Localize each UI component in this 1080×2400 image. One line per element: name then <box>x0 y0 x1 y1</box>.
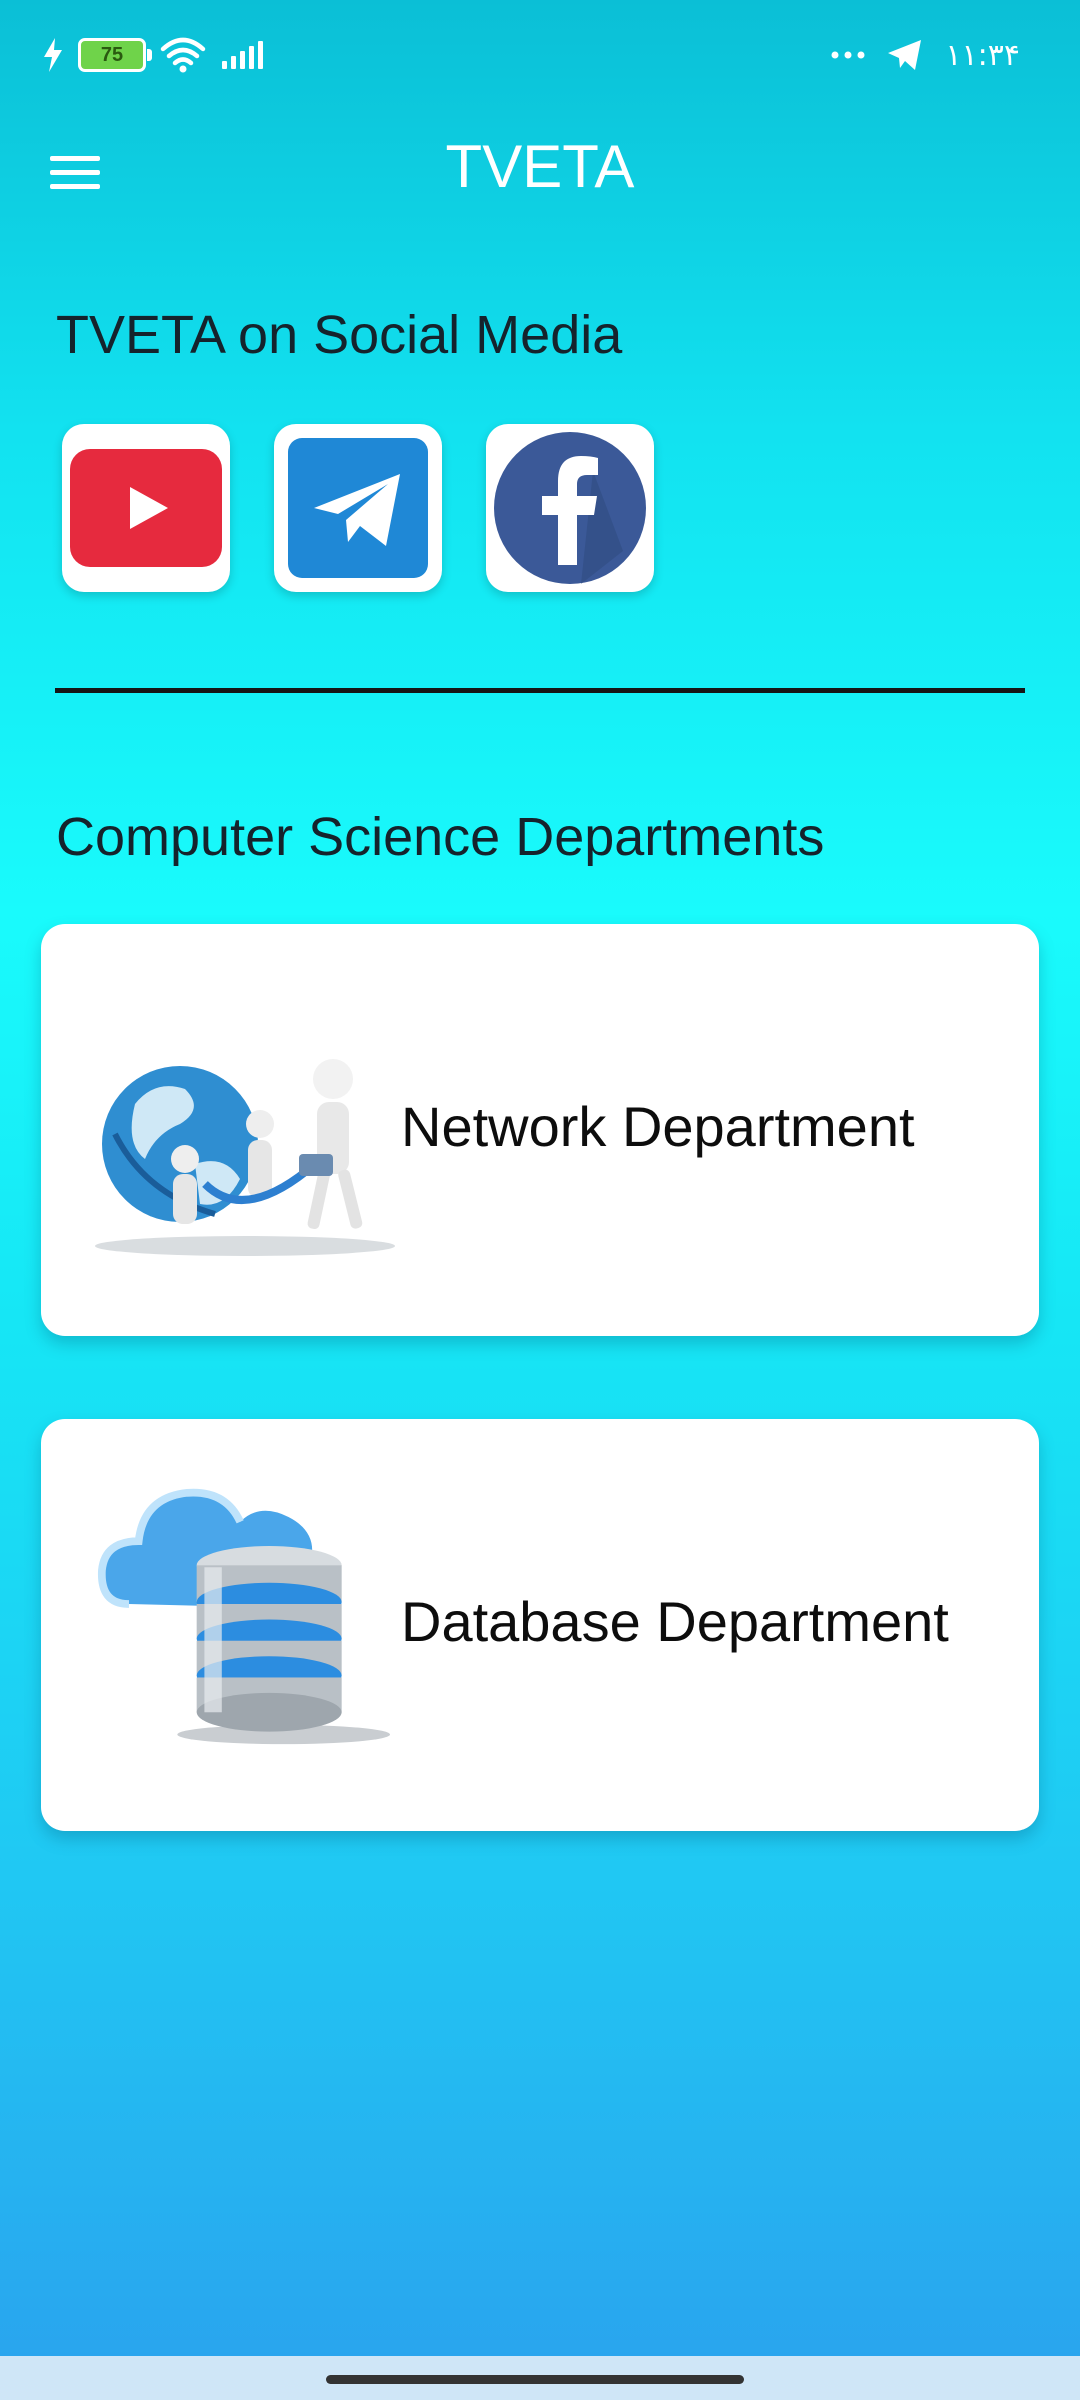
database-department-label: Database Department <box>401 1590 949 1653</box>
facebook-icon <box>494 432 646 584</box>
cloud-database-illustration <box>98 1488 390 1745</box>
youtube-button[interactable] <box>62 424 230 592</box>
network-department-label: Network Department <box>401 1095 915 1158</box>
social-media-row <box>62 424 654 592</box>
system-navigation-bar <box>0 2356 1080 2400</box>
battery-level: 75 <box>100 43 124 66</box>
telegram-button[interactable] <box>274 424 442 592</box>
facebook-button[interactable] <box>486 424 654 592</box>
telegram-notification-icon <box>888 40 922 70</box>
network-department-card[interactable]: Network Department <box>41 924 1039 1336</box>
more-dots-icon <box>831 51 865 59</box>
status-bar: 75 ١١:٣۴ <box>0 0 1080 110</box>
app-bar: TVETA <box>0 110 1080 230</box>
departments-heading: Computer Science Departments <box>56 807 825 867</box>
database-department-card[interactable]: Database Department <box>41 1419 1039 1831</box>
telegram-icon <box>288 438 428 578</box>
wifi-icon <box>160 37 206 73</box>
social-media-heading: TVETA on Social Media <box>56 305 623 365</box>
battery-icon: 75 <box>78 38 152 72</box>
status-right: ١١:٣۴ <box>831 34 1020 76</box>
app-screen: 75 ١١:٣۴ TVETA TVETA on Social Media Com… <box>0 0 1080 2400</box>
status-time: ١١:٣۴ <box>945 37 1020 73</box>
status-left: 75 <box>42 34 266 76</box>
charging-bolt-icon <box>44 38 62 72</box>
home-gesture-handle[interactable] <box>326 2375 744 2384</box>
youtube-icon <box>70 449 222 567</box>
network-globe-illustration <box>95 1059 395 1256</box>
app-title: TVETA <box>445 133 635 200</box>
section-divider <box>55 688 1025 693</box>
signal-bars-icon <box>222 41 263 69</box>
